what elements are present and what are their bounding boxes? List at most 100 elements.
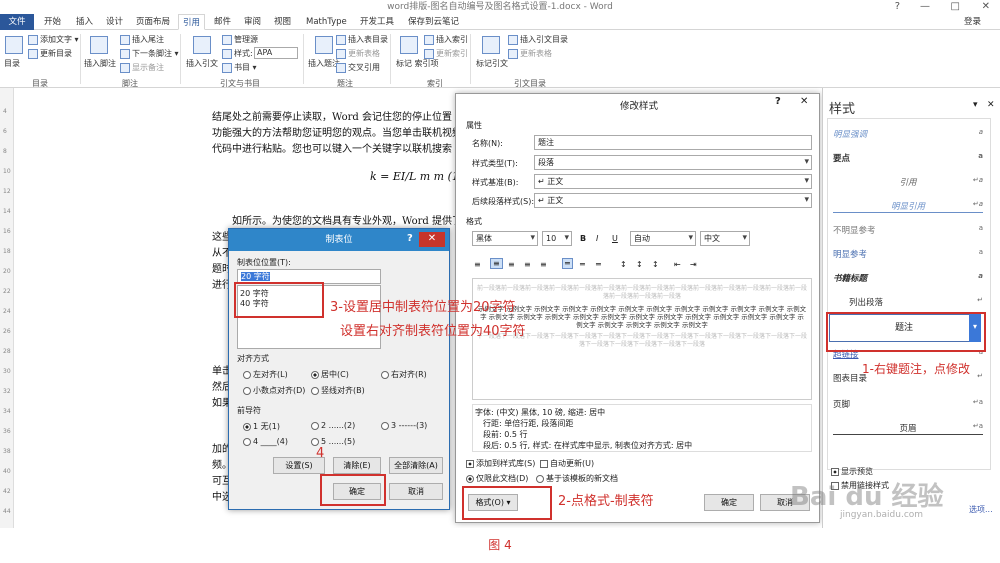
language-select[interactable]: 中文 [700, 231, 750, 246]
tab-review[interactable]: 审阅 [240, 14, 265, 30]
style-item[interactable]: 列出段落 ↵ [833, 296, 983, 308]
align-center-radio[interactable]: 居中(C) [311, 369, 349, 380]
close-icon[interactable]: ✕ [987, 100, 995, 110]
tab-layout[interactable]: 页面布局 [132, 14, 174, 30]
underline-button[interactable]: U [612, 234, 618, 243]
tab-mathtype[interactable]: MathType [302, 14, 351, 30]
size-select[interactable]: 10 [542, 231, 572, 246]
italic-button[interactable]: I [596, 234, 598, 243]
align-right-radio[interactable]: 右对齐(R) [381, 369, 427, 380]
close-icon[interactable]: ✕ [800, 96, 808, 107]
color-select[interactable]: 自动 [630, 231, 696, 246]
line-spacing-icon[interactable]: ↕ [652, 260, 659, 269]
increase-indent-icon[interactable]: ⇥ [690, 260, 697, 269]
style-item[interactable]: 页眉 ↵a [833, 422, 983, 435]
leader-underline-radio[interactable]: 4 ____(4) [243, 437, 288, 446]
tab-insert[interactable]: 插入 [72, 14, 97, 30]
insert-table-of-figures-button[interactable]: 插入表目录 [336, 34, 388, 45]
insert-endnote-button[interactable]: 插入尾注 [120, 34, 164, 45]
align-left-icon[interactable]: ≡ [474, 260, 481, 269]
update-table-button[interactable]: 更新表格 [336, 48, 380, 59]
help-icon[interactable]: ? [775, 96, 781, 107]
only-this-document-radio[interactable]: 仅限此文档(D) [466, 473, 528, 484]
bibliography-button[interactable]: 书目 ▾ [222, 62, 257, 73]
doc-line: 如所示。为使您的文档具有专业外观，Word 提供了 [232, 216, 462, 227]
pane-options-icon[interactable]: ▾ [973, 100, 978, 110]
align-bar-radio[interactable]: 竖线对齐(B) [311, 385, 365, 396]
bold-button[interactable]: B [580, 234, 586, 243]
align-decimal-radio[interactable]: 小数点对齐(D) [243, 385, 305, 396]
manage-sources-button[interactable]: 管理源 [222, 34, 258, 45]
distribute-icon[interactable]: ≡ [540, 260, 547, 269]
style-item[interactable]: 明显强调 a [833, 128, 983, 140]
insert-toa-button[interactable]: 插入引文目录 [508, 34, 568, 45]
close-icon[interactable]: ✕ [419, 232, 445, 247]
insert-footnote-button[interactable]: 插入脚注 [84, 58, 116, 69]
style-name-input[interactable]: 题注 [534, 135, 812, 150]
double-spacing-icon[interactable]: ═ [596, 260, 601, 269]
justify-icon[interactable]: ≡ [524, 260, 531, 269]
space-after-icon[interactable]: ↕ [636, 260, 643, 269]
signin-link[interactable]: 登录 [960, 14, 985, 30]
style-item[interactable]: 要点 a [833, 152, 983, 164]
clear-button[interactable]: 清除(E) [333, 457, 381, 474]
tab-references[interactable]: 引用 [178, 14, 206, 30]
update-toa-button[interactable]: 更新表格 [508, 48, 552, 59]
space-before-icon[interactable]: ↕ [620, 260, 627, 269]
help-icon[interactable]: ? [895, 0, 900, 14]
leader-middot-radio[interactable]: 5 ......(5) [311, 437, 355, 446]
tab-file[interactable]: 文件 [0, 14, 34, 30]
align-right-icon[interactable]: ≡ [508, 260, 515, 269]
tab-developer[interactable]: 开发工具 [356, 14, 398, 30]
new-docs-radio[interactable]: 基于该模板的新文档 [536, 473, 618, 484]
tab-position-label: 制表位位置(T): [237, 258, 291, 267]
options-link[interactable]: 选项... [969, 504, 993, 515]
update-index-button[interactable]: 更新索引 [424, 48, 468, 59]
onehalf-spacing-icon[interactable]: ═ [580, 260, 585, 269]
auto-update-checkbox[interactable]: 自动更新(U) [540, 458, 594, 469]
leader-dots-radio[interactable]: 2 ......(2) [311, 421, 355, 430]
next-style-select[interactable]: ↵ 正文 [534, 193, 812, 208]
leader-none-radio[interactable]: 1 无(1) [243, 421, 280, 432]
maximize-icon[interactable]: □ [951, 0, 960, 14]
update-toc-button[interactable]: 更新目录 [28, 48, 72, 59]
ok-button[interactable]: 确定 [704, 494, 754, 511]
minimize-icon[interactable]: — [920, 0, 930, 14]
cancel-button[interactable]: 取消 [389, 483, 443, 500]
mark-entry-button[interactable]: 标记 索引项 [396, 58, 439, 69]
style-item[interactable]: 明显参考 a [833, 248, 983, 260]
tab-home[interactable]: 开始 [40, 14, 65, 30]
align-left-radio[interactable]: 左对齐(L) [243, 369, 288, 380]
tab-view[interactable]: 视图 [270, 14, 295, 30]
close-icon[interactable]: ✕ [982, 0, 990, 14]
add-to-gallery-checkbox[interactable]: 添加到样式库(S) [466, 458, 535, 469]
style-item[interactable]: 不明显参考 a [833, 224, 983, 236]
insert-index-button[interactable]: 插入索引 [424, 34, 468, 45]
insert-toa-icon [508, 34, 518, 45]
next-footnote-button[interactable]: 下一条脚注 ▾ [120, 48, 179, 59]
show-notes-button[interactable]: 显示备注 [120, 62, 164, 73]
style-item[interactable]: 明显引用 ↵a [833, 200, 983, 213]
style-description: 字体: (中文) 黑体, 10 磅, 缩进: 居中 行距: 单倍行距, 段落间距… [472, 404, 812, 452]
tab-mailings[interactable]: 邮件 [210, 14, 235, 30]
add-text-button[interactable]: 添加文字 ▾ [28, 34, 79, 45]
decrease-indent-icon[interactable]: ⇤ [674, 260, 681, 269]
help-icon[interactable]: ? [407, 233, 413, 244]
style-item[interactable]: 引用 ↵a [833, 176, 983, 188]
toc-button[interactable]: 目录 [4, 58, 20, 69]
style-item[interactable]: 书籍标题 a [833, 272, 983, 284]
style-item[interactable]: 页脚 ↵a [833, 398, 983, 410]
based-on-select[interactable]: ↵ 正文 [534, 174, 812, 189]
mark-citation-button[interactable]: 标记引文 [476, 58, 508, 69]
font-select[interactable]: 黑体 [472, 231, 538, 246]
leader-dash-radio[interactable]: 3 ------(3) [381, 421, 427, 430]
tab-cloud-notes[interactable]: 保存到云笔记 [404, 14, 463, 30]
insert-citation-button[interactable]: 插入引文 [186, 58, 218, 69]
cross-reference-button[interactable]: 交叉引用 [336, 62, 380, 73]
clear-all-button[interactable]: 全部清除(A) [389, 457, 443, 474]
align-center-icon[interactable]: ≡ [490, 258, 503, 269]
style-type-select[interactable]: 段落 [534, 155, 812, 170]
tab-design[interactable]: 设计 [102, 14, 127, 30]
citation-style-select[interactable]: APA [254, 47, 298, 59]
single-spacing-icon[interactable]: ═ [562, 258, 573, 269]
